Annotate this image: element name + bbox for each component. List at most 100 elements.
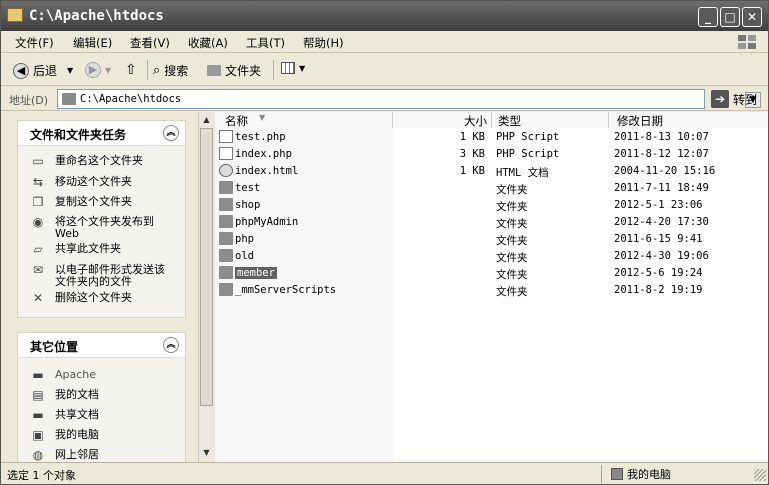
- forward-button[interactable]: ▶ ▼: [85, 62, 111, 78]
- folder-icon: [219, 198, 233, 211]
- collapse-icon[interactable]: ︽: [163, 125, 179, 141]
- place-my-documents[interactable]: ▤ 我的文档: [30, 389, 175, 403]
- file-name[interactable]: _mmServerScripts: [235, 284, 336, 296]
- address-bar: 地址(D) C:\Apache\htdocs ▼ ➔ 转到: [1, 87, 768, 111]
- toolbar-divider: [147, 60, 148, 80]
- status-selection: 选定 1 个对象: [7, 469, 76, 482]
- file-type: HTML 文档: [496, 167, 549, 179]
- column-header-modified[interactable]: 修改日期: [609, 112, 768, 128]
- scroll-down-icon[interactable]: ▼: [200, 446, 213, 460]
- column-header-name[interactable]: 名称 ▼: [215, 112, 393, 128]
- file-name[interactable]: test.php: [235, 131, 286, 143]
- my-computer-icon: ▣: [32, 428, 44, 442]
- file-name[interactable]: phpMyAdmin: [235, 216, 298, 228]
- shared-documents-icon: ▬: [32, 408, 44, 422]
- folder-icon: [219, 266, 233, 279]
- place-apache[interactable]: ▬ Apache: [30, 369, 175, 383]
- file-row[interactable]: test.php 1 KB PHP Script 2011-8-13 10:07: [215, 129, 768, 146]
- file-name[interactable]: member: [235, 267, 277, 279]
- menu-help[interactable]: 帮助(H): [303, 35, 344, 51]
- close-button[interactable]: ✕: [742, 7, 762, 27]
- file-modified: 2011-6-15 9:41: [614, 233, 703, 245]
- scrollbar-thumb[interactable]: [200, 128, 213, 406]
- file-name[interactable]: shop: [235, 199, 260, 211]
- menu-view[interactable]: 查看(V): [130, 35, 170, 51]
- task-share-folder[interactable]: ▱ 共享此文件夹: [30, 243, 175, 257]
- folder-icon: ▬: [32, 368, 44, 382]
- task-email-files[interactable]: ✉ 以电子邮件形式发送该文件夹内的文件: [30, 264, 175, 288]
- back-button[interactable]: ◀ 后退 ▼: [13, 62, 73, 79]
- folders-button[interactable]: 文件夹: [207, 62, 261, 79]
- search-button[interactable]: ⌕ 搜索: [153, 62, 188, 79]
- file-type: 文件夹: [496, 269, 528, 281]
- menu-edit[interactable]: 编辑(E): [73, 35, 112, 51]
- chevron-down-icon: ▼: [299, 63, 306, 73]
- file-modified: 2011-8-12 12:07: [614, 148, 709, 160]
- task-rename-folder[interactable]: ▭ 重命名这个文件夹: [30, 155, 175, 169]
- file-size: 1 KB: [459, 165, 485, 177]
- file-row[interactable]: old 文件夹 2012-4-30 19:06: [215, 248, 768, 265]
- resize-grip[interactable]: [754, 469, 766, 481]
- toolbar-divider: [273, 60, 274, 80]
- file-name[interactable]: php: [235, 233, 254, 245]
- file-row[interactable]: test 文件夹 2011-7-11 18:49: [215, 180, 768, 197]
- maximize-button[interactable]: □: [720, 7, 740, 27]
- file-row[interactable]: index.html 1 KB HTML 文档 2004-11-20 15:16: [215, 163, 768, 180]
- collapse-icon[interactable]: ︽: [163, 337, 179, 353]
- other-places-box: 其它位置 ︽ ▬ Apache ▤ 我的文档 ▬ 共享文档 ▣ 我的电脑 ◍ 网…: [17, 332, 186, 462]
- network-icon: ◍: [32, 448, 44, 462]
- status-divider: [601, 465, 602, 483]
- title-bar[interactable]: C:\Apache\htdocs _ □ ✕: [1, 1, 768, 31]
- my-documents-icon: ▤: [32, 388, 44, 402]
- task-delete-folder[interactable]: ✕ 删除这个文件夹: [30, 292, 175, 306]
- views-button[interactable]: ▼: [281, 62, 305, 74]
- file-row[interactable]: shop 文件夹 2012-5-1 23:06: [215, 197, 768, 214]
- file-type: 文件夹: [496, 184, 528, 196]
- place-network[interactable]: ◍ 网上邻居: [30, 449, 175, 462]
- file-type: PHP Script: [496, 148, 560, 160]
- task-publish-web[interactable]: ◉ 将这个文件夹发布到 Web: [30, 216, 175, 240]
- task-pane-scrollbar[interactable]: ▲ ▼: [198, 112, 214, 462]
- address-label: 地址(D): [9, 94, 49, 107]
- file-row[interactable]: phpMyAdmin 文件夹 2012-4-20 17:30: [215, 214, 768, 231]
- file-row[interactable]: _mmServerScripts 文件夹 2011-8-2 19:19: [215, 282, 768, 299]
- task-copy-folder[interactable]: ❐ 复制这个文件夹: [30, 196, 175, 210]
- copy-icon: ❐: [32, 195, 44, 209]
- column-header-type[interactable]: 类型: [492, 112, 609, 128]
- file-row[interactable]: php 文件夹 2011-6-15 9:41: [215, 231, 768, 248]
- chevron-down-icon[interactable]: ▼: [67, 66, 73, 75]
- place-my-computer[interactable]: ▣ 我的电脑: [30, 429, 175, 443]
- chevron-down-icon: ▼: [105, 65, 112, 75]
- column-header-size[interactable]: 大小: [393, 112, 492, 128]
- go-button[interactable]: ➔ 转到: [711, 90, 757, 108]
- menu-file[interactable]: 文件(F): [15, 35, 54, 51]
- file-folder-tasks-title: 文件和文件夹任务: [30, 128, 127, 142]
- file-name[interactable]: test: [235, 182, 260, 194]
- scroll-up-icon[interactable]: ▲: [200, 113, 213, 127]
- status-location: 我的电脑: [611, 466, 671, 482]
- file-list: 名称 ▼ 大小 类型 修改日期 test.php 1 KB PHP Script 20…: [215, 112, 768, 462]
- other-places-header[interactable]: 其它位置 ︽: [18, 333, 185, 358]
- file-size: 1 KB: [459, 131, 485, 143]
- explorer-window: C:\Apache\htdocs _ □ ✕ 文件(F) 编辑(E) 查看(V)…: [0, 0, 769, 485]
- menu-favorites[interactable]: 收藏(A): [188, 35, 228, 51]
- file-folder-tasks-header[interactable]: 文件和文件夹任务 ︽: [18, 121, 185, 146]
- address-input[interactable]: C:\Apache\htdocs ▼: [57, 89, 761, 109]
- place-shared-documents[interactable]: ▬ 共享文档: [30, 409, 175, 423]
- file-name[interactable]: index.php: [235, 148, 292, 160]
- up-folder-icon: ⇧: [125, 62, 137, 78]
- minimize-button[interactable]: _: [698, 7, 718, 27]
- task-pane: 文件和文件夹任务 ︽ ▭ 重命名这个文件夹 ⇆ 移动这个文件夹 ❐ 复制这个文件…: [1, 112, 198, 462]
- file-modified: 2004-11-20 15:16: [614, 165, 716, 177]
- back-arrow-icon: ◀: [13, 62, 29, 79]
- file-name[interactable]: index.html: [235, 165, 298, 177]
- menu-tools[interactable]: 工具(T): [246, 35, 285, 51]
- folder-icon: [219, 232, 233, 245]
- windows-logo-icon: [738, 35, 756, 49]
- file-row[interactable]: member 文件夹 2012-5-6 19:24: [215, 265, 768, 282]
- file-type: 文件夹: [496, 252, 528, 264]
- up-folder-button[interactable]: ⇧: [125, 62, 137, 78]
- file-row[interactable]: index.php 3 KB PHP Script 2011-8-12 12:07: [215, 146, 768, 163]
- file-name[interactable]: old: [235, 250, 254, 262]
- task-move-folder[interactable]: ⇆ 移动这个文件夹: [30, 176, 175, 190]
